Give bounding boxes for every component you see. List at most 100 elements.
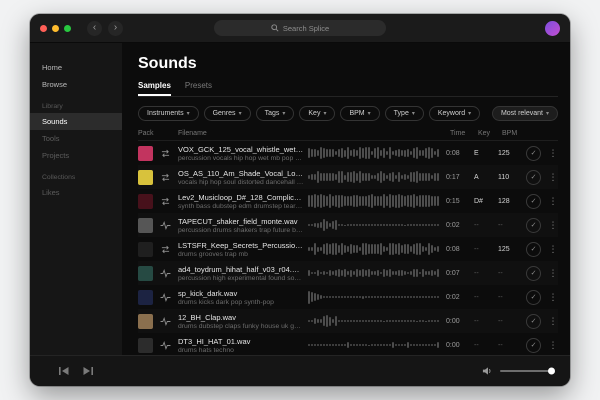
sidebar-item-projects[interactable]: Projects <box>30 147 122 164</box>
download-check-icon[interactable]: ✓ <box>526 314 541 329</box>
download-check-icon[interactable]: ✓ <box>526 290 541 305</box>
filter-pill[interactable]: Instruments ▾ <box>138 106 199 121</box>
one-shot-icon <box>160 293 171 302</box>
download-check-icon[interactable]: ✓ <box>526 194 541 209</box>
row-tags: drums hats techno <box>178 347 304 354</box>
row-waveform <box>304 193 446 209</box>
filter-label: Genres <box>213 110 236 117</box>
filter-pill[interactable]: BPM ▾ <box>340 106 379 121</box>
sidebar-item-tools[interactable]: Tools <box>30 130 122 147</box>
filter-pill[interactable]: Keyword ▾ <box>429 106 480 121</box>
row-menu-button[interactable]: ⋮ <box>548 340 558 351</box>
sidebar-item-sounds[interactable]: Sounds <box>30 113 122 130</box>
chevron-down-icon: ▾ <box>368 110 371 117</box>
previous-track-button[interactable] <box>58 366 70 376</box>
table-row[interactable]: TAPECUT_shaker_field_monte.wav percussio… <box>138 213 558 237</box>
row-tags: synth bass dubstep edm drumstep tearout… <box>178 203 304 210</box>
pack-art[interactable] <box>138 338 153 353</box>
row-waveform <box>304 289 446 305</box>
row-menu-button[interactable]: ⋮ <box>548 316 558 327</box>
volume-slider[interactable] <box>500 370 554 372</box>
search-input[interactable]: Search Splice <box>214 20 386 36</box>
row-menu-button[interactable]: ⋮ <box>548 148 558 159</box>
table-header: Pack Filename Time Key BPM <box>138 130 558 141</box>
sample-rows: VOX_GCK_125_vocal_whistle_wet_omino… per… <box>138 141 558 355</box>
one-shot-icon <box>160 221 171 230</box>
volume-knob[interactable] <box>548 368 555 375</box>
chevron-down-icon: ▾ <box>187 110 190 117</box>
filter-pill[interactable]: Type ▾ <box>385 106 424 121</box>
row-time: 0:00 <box>446 318 474 325</box>
table-row[interactable]: OS_AS_110_Am_Shade_Vocal_Loop_1.wav voca… <box>138 165 558 189</box>
row-key: E <box>474 150 498 157</box>
filter-pill[interactable]: Key ▾ <box>299 106 335 121</box>
tab-samples[interactable]: Samples <box>138 81 171 96</box>
avatar[interactable] <box>545 21 560 36</box>
pack-art[interactable] <box>138 170 153 185</box>
filter-pill[interactable]: Tags ▾ <box>256 106 295 121</box>
row-key: -- <box>474 246 498 253</box>
next-track-button[interactable] <box>82 366 94 376</box>
forward-button[interactable]: › <box>108 21 123 36</box>
tabs: Samples Presets <box>138 81 558 97</box>
tab-presets[interactable]: Presets <box>185 81 212 96</box>
chevron-down-icon: ▾ <box>468 110 471 117</box>
table-row[interactable]: LSTSFR_Keep_Secrets_Percussion_Loop… dru… <box>138 237 558 261</box>
download-check-icon[interactable]: ✓ <box>526 242 541 257</box>
row-time: 0:02 <box>446 222 474 229</box>
pack-art[interactable] <box>138 266 153 281</box>
filter-pill[interactable]: Genres ▾ <box>204 106 251 121</box>
table-row[interactable]: sp_kick_dark.wav drums kicks dark pop sy… <box>138 285 558 309</box>
row-time: 0:08 <box>446 246 474 253</box>
pack-art[interactable] <box>138 218 153 233</box>
row-tags: percussion drums shakers trap future bas… <box>178 227 304 234</box>
download-check-icon[interactable]: ✓ <box>526 146 541 161</box>
row-waveform <box>304 145 446 161</box>
app-window: ‹ › Search Splice Home Browse Library So… <box>30 14 570 386</box>
row-filename: TAPECUT_shaker_field_monte.wav <box>178 217 304 226</box>
sidebar-section-library: Library <box>30 93 122 113</box>
row-filename: 12_BH_Clap.wav <box>178 313 304 322</box>
row-menu-button[interactable]: ⋮ <box>548 196 558 207</box>
search-icon <box>271 24 279 32</box>
sidebar-item-browse[interactable]: Browse <box>30 76 122 93</box>
filter-label: Type <box>394 110 409 117</box>
table-row[interactable]: DT3_HI_HAT_01.wav drums hats techno 0:00… <box>138 333 558 355</box>
download-check-icon[interactable]: ✓ <box>526 218 541 233</box>
pack-art[interactable] <box>138 290 153 305</box>
row-filename: DT3_HI_HAT_01.wav <box>178 337 304 346</box>
row-menu-button[interactable]: ⋮ <box>548 292 558 303</box>
minimize-button[interactable] <box>52 25 59 32</box>
pack-art[interactable] <box>138 146 153 161</box>
row-key: -- <box>474 270 498 277</box>
download-check-icon[interactable]: ✓ <box>526 338 541 353</box>
close-button[interactable] <box>40 25 47 32</box>
table-row[interactable]: VOX_GCK_125_vocal_whistle_wet_omino… per… <box>138 141 558 165</box>
table-row[interactable]: Lev2_Musicloop_D#_128_Complicated_B… syn… <box>138 189 558 213</box>
sidebar-item-likes[interactable]: Likes <box>30 184 122 201</box>
sort-dropdown[interactable]: Most relevant ▾ <box>492 106 558 121</box>
volume-icon[interactable] <box>482 366 493 376</box>
back-button[interactable]: ‹ <box>87 21 102 36</box>
row-menu-button[interactable]: ⋮ <box>548 220 558 231</box>
row-key: -- <box>474 294 498 301</box>
sidebar-item-home[interactable]: Home <box>30 59 122 76</box>
table-row[interactable]: 12_BH_Clap.wav drums dubstep claps funky… <box>138 309 558 333</box>
row-key: D# <box>474 198 498 205</box>
chevron-down-icon: ▾ <box>323 110 326 117</box>
row-menu-button[interactable]: ⋮ <box>548 244 558 255</box>
download-check-icon[interactable]: ✓ <box>526 170 541 185</box>
row-menu-button[interactable]: ⋮ <box>548 172 558 183</box>
header-key: Key <box>478 130 502 137</box>
row-key: -- <box>474 318 498 325</box>
table-row[interactable]: ad4_toydrum_hihat_half_v03_r04.wav percu… <box>138 261 558 285</box>
pack-art[interactable] <box>138 242 153 257</box>
pack-art[interactable] <box>138 194 153 209</box>
download-check-icon[interactable]: ✓ <box>526 266 541 281</box>
row-menu-button[interactable]: ⋮ <box>548 268 558 279</box>
row-filename: Lev2_Musicloop_D#_128_Complicated_B… <box>178 193 304 202</box>
row-waveform <box>304 265 446 281</box>
pack-art[interactable] <box>138 314 153 329</box>
zoom-button[interactable] <box>64 25 71 32</box>
row-waveform <box>304 241 446 257</box>
